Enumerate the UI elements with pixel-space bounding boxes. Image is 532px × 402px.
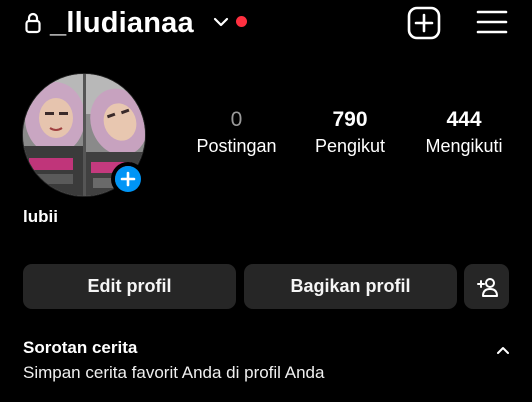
add-person-icon: [476, 277, 498, 297]
chevron-down-icon[interactable]: [213, 16, 229, 28]
stat-followers-label: Pengikut: [314, 136, 386, 156]
plus-square-icon[interactable]: [407, 6, 441, 40]
stat-following[interactable]: 444 Mengikuti: [416, 107, 512, 158]
profile-avatar-group[interactable]: [22, 73, 146, 197]
share-profile-button[interactable]: Bagikan profil: [244, 264, 457, 309]
stat-following-value: 444: [446, 108, 482, 131]
add-story-button[interactable]: [111, 162, 145, 196]
stat-posts-value: 0: [230, 108, 243, 131]
stat-posts[interactable]: 0 Postingan: [186, 107, 287, 158]
stat-posts-label: Postingan: [196, 136, 277, 156]
hamburger-menu-icon[interactable]: [476, 9, 508, 35]
lock-icon: [25, 12, 41, 34]
stat-followers[interactable]: 790 Pengikut: [304, 107, 396, 158]
profile-screen: _lludianaa 0 Postingan 790 Pengikut 444 …: [0, 0, 532, 402]
edit-profile-button[interactable]: Edit profil: [23, 264, 236, 309]
display-name: lubii: [23, 207, 58, 226]
account-username-switcher[interactable]: _lludianaa: [50, 4, 194, 42]
highlights-subtitle: Simpan cerita favorit Anda di profil And…: [23, 363, 325, 382]
highlights-title: Sorotan cerita: [23, 338, 138, 357]
stat-following-label: Mengikuti: [425, 136, 503, 156]
notification-dot: [236, 16, 247, 27]
stat-followers-value: 790: [332, 108, 368, 131]
top-bar: _lludianaa: [0, 0, 532, 46]
chevron-up-icon[interactable]: [495, 344, 511, 356]
plus-icon: [115, 166, 141, 192]
discover-people-button[interactable]: [464, 264, 509, 309]
